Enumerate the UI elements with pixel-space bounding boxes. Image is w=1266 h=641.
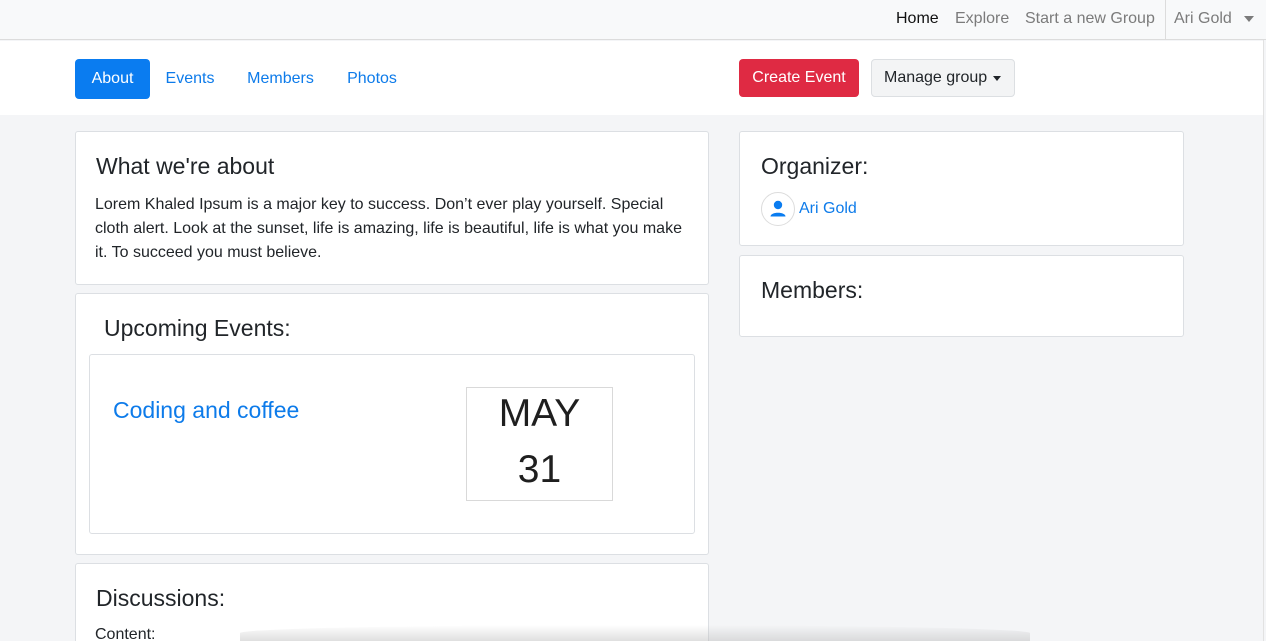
event-date-day: 31 <box>517 448 562 491</box>
tab-events[interactable]: Events <box>160 59 220 99</box>
event-date-box: MAY 31 <box>466 387 613 501</box>
nav-home-link[interactable]: Home <box>896 10 939 28</box>
manage-group-label: Manage group <box>884 69 988 86</box>
chevron-down-icon <box>1244 16 1254 22</box>
upcoming-events-title: Upcoming Events: <box>104 315 291 341</box>
organizer-title: Organizer: <box>761 153 869 179</box>
members-card: Members: <box>739 255 1184 337</box>
event-date-month: MAY <box>498 392 581 435</box>
about-card: What we're about Lorem Khaled Ipsum is a… <box>75 131 709 285</box>
tab-photos[interactable]: Photos <box>336 59 408 99</box>
tab-members[interactable]: Members <box>236 59 325 99</box>
scrollbar-track[interactable] <box>1263 40 1264 641</box>
manage-group-dropdown[interactable]: Manage group <box>871 59 1015 97</box>
user-icon <box>761 192 795 226</box>
event-title-link[interactable]: Coding and coffee <box>113 397 299 424</box>
user-menu-dropdown[interactable]: Ari Gold <box>1165 0 1266 39</box>
about-title: What we're about <box>96 153 275 179</box>
user-menu-label: Ari Gold <box>1174 10 1232 27</box>
nav-explore-link[interactable]: Explore <box>955 10 1009 28</box>
group-subnav: About Events Members Photos Create Event… <box>0 41 1263 115</box>
nav-start-group-link[interactable]: Start a new Group <box>1025 10 1155 28</box>
bottom-overlay-shadow <box>240 625 1030 641</box>
organizer-card: Organizer: Ari Gold <box>739 131 1184 246</box>
top-navbar: Home Explore Start a new Group Ari Gold <box>0 0 1266 40</box>
discussions-title: Discussions: <box>96 585 226 611</box>
discussion-content-label: Content: <box>95 626 156 641</box>
upcoming-events-card: Upcoming Events: Coding and coffee MAY 3… <box>75 293 709 555</box>
organizer-name[interactable]: Ari Gold <box>799 200 857 218</box>
caret-down-icon <box>993 76 1001 81</box>
event-card[interactable]: Coding and coffee MAY 31 <box>89 354 695 534</box>
about-description: Lorem Khaled Ipsum is a major key to suc… <box>95 196 682 261</box>
create-event-button[interactable]: Create Event <box>739 59 859 97</box>
members-title: Members: <box>761 277 864 303</box>
tab-about[interactable]: About <box>75 59 150 99</box>
